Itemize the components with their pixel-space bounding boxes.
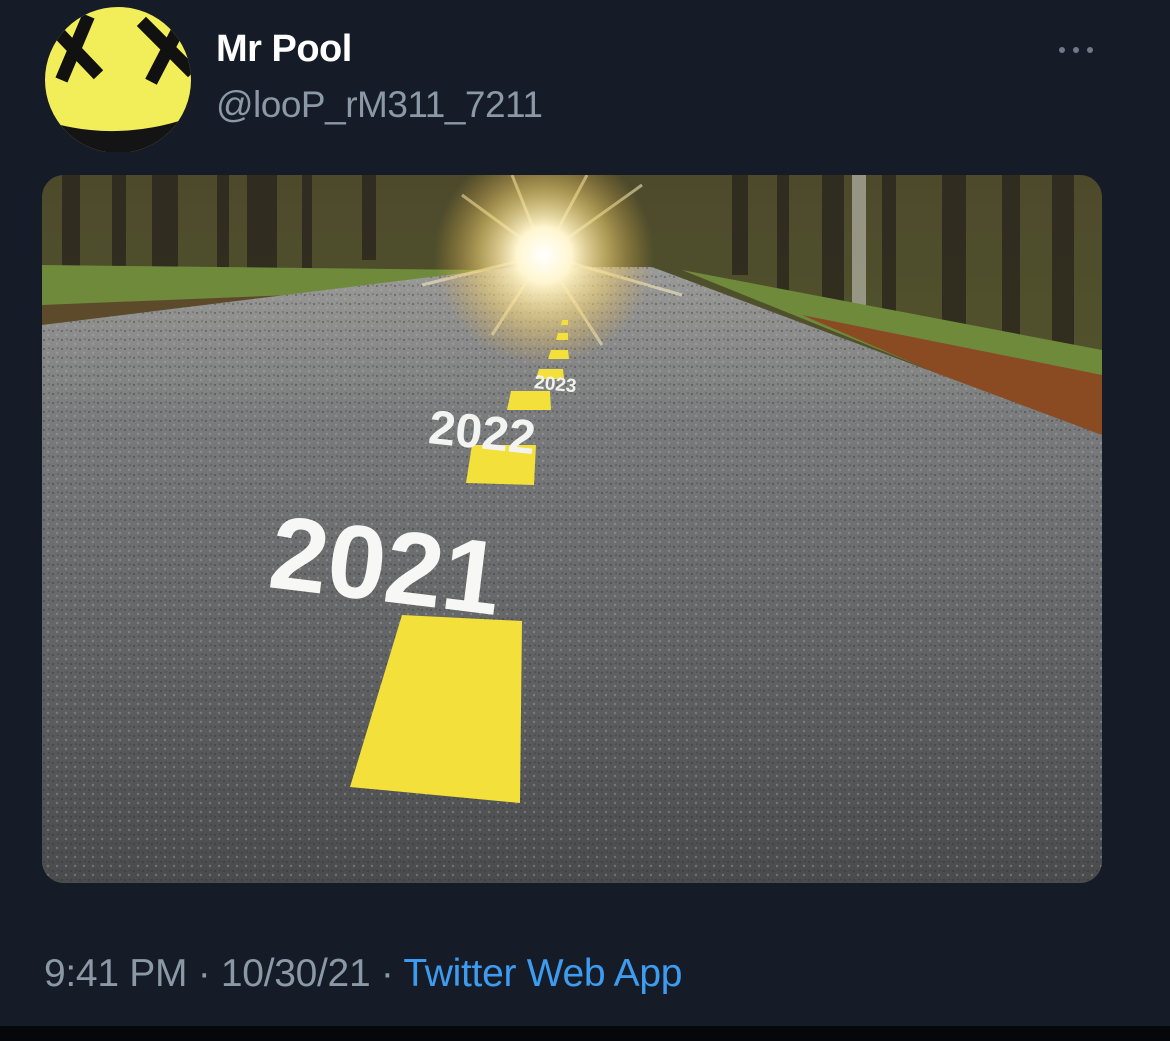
tweet-time[interactable]: 9:41 PM (44, 952, 187, 995)
meta-separator: · (370, 952, 404, 995)
road-marking-2022: 2022 (426, 401, 538, 465)
more-dots-icon (1059, 47, 1093, 53)
tweet: Mr Pool @looP_rM311_7211 2023 2022 2021 … (0, 0, 1170, 1026)
more-options-button[interactable] (1052, 30, 1100, 70)
tweet-photo[interactable]: 2023 2022 2021 (42, 175, 1102, 883)
bottom-edge (0, 1026, 1170, 1041)
tweet-meta: 9:41 PM · 10/30/21 · Twitter Web App (44, 952, 682, 996)
meta-separator: · (187, 952, 221, 995)
avatar[interactable] (42, 4, 194, 153)
tweet-source-link[interactable]: Twitter Web App (403, 952, 682, 995)
smiley-face-icon (45, 7, 191, 153)
display-name[interactable]: Mr Pool (216, 28, 352, 71)
tweet-date[interactable]: 10/30/21 (221, 952, 371, 995)
road-photo: 2023 2022 2021 (42, 175, 1102, 883)
road-marking-2023: 2023 (533, 372, 577, 397)
user-handle[interactable]: @looP_rM311_7211 (216, 84, 543, 126)
